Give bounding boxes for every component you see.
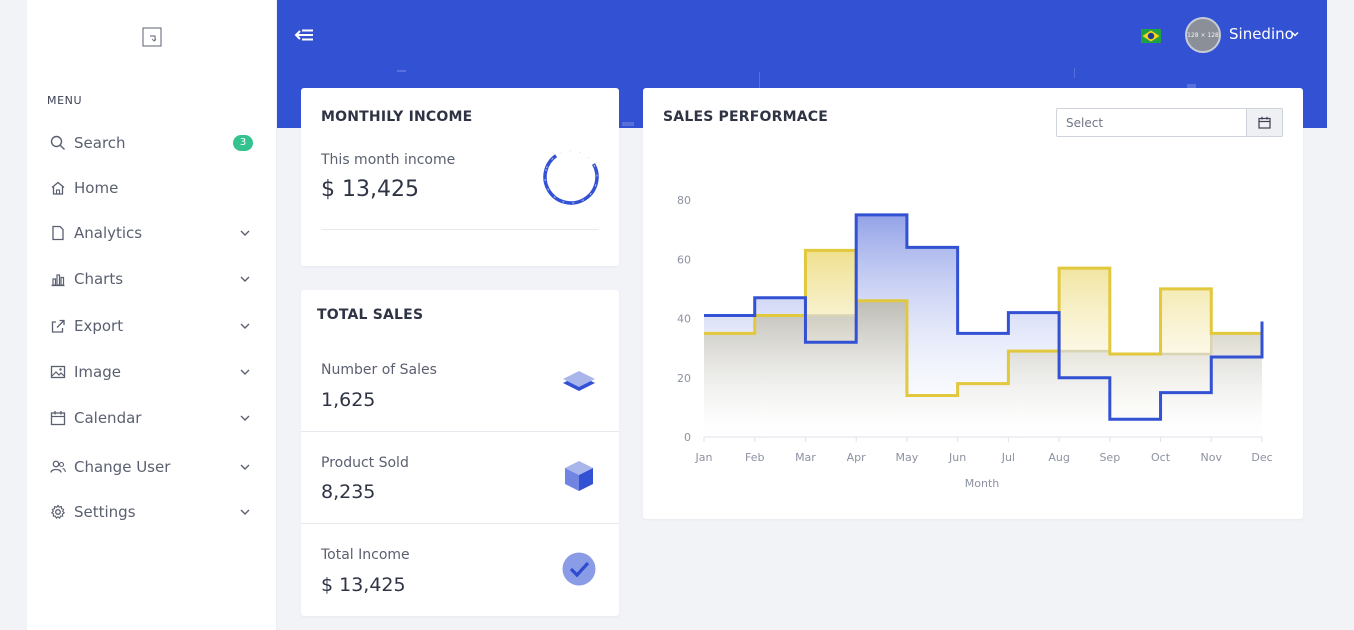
sidebar: MENU Search 3 Home Analytics Charts Expo…	[27, 0, 277, 630]
monthly-income-label: This month income	[321, 152, 456, 168]
card-title: TOTAL SALES	[317, 307, 424, 323]
card-title: MONTHILY INCOME	[321, 109, 473, 125]
sidebar-toggle-icon[interactable]	[294, 25, 314, 45]
avatar[interactable]: 128 × 128	[1185, 17, 1221, 53]
x-tick-label: Apr	[847, 451, 867, 464]
total-sales-card: TOTAL SALES Number of Sales 1,625 Produc…	[301, 290, 619, 616]
x-tick-label: Sep	[1099, 451, 1120, 464]
chevron-down-icon	[240, 415, 250, 421]
brazil-flag-icon[interactable]	[1141, 29, 1161, 43]
header-decoration	[622, 122, 634, 126]
sidebar-item-search[interactable]: Search 3	[27, 126, 277, 160]
x-tick-label: May	[896, 451, 919, 464]
home-icon	[49, 179, 67, 197]
product-sold-label: Product Sold	[321, 455, 409, 471]
sidebar-item-label: Home	[74, 179, 119, 197]
bar-chart-icon	[49, 270, 67, 288]
product-sold-value: 8,235	[321, 481, 376, 503]
divider	[301, 523, 619, 524]
x-tick-label: Mar	[795, 451, 816, 464]
total-income-label: Total Income	[321, 547, 410, 563]
search-count-badge: 3	[233, 135, 253, 151]
y-tick-label: 0	[684, 431, 691, 444]
users-icon	[49, 458, 67, 476]
x-tick-label: Nov	[1201, 451, 1223, 464]
sales-performance-card: SALES PERFORMACE Select Jan Feb Mar Apr …	[643, 88, 1303, 519]
sidebar-item-calendar[interactable]: Calendar	[27, 401, 277, 435]
user-name[interactable]: Sinedino	[1229, 25, 1294, 43]
calendar-icon	[49, 409, 67, 427]
sidebar-item-label: Analytics	[74, 224, 143, 242]
progress-ring-icon	[543, 149, 599, 205]
avatar-placeholder-text: 128 × 128	[1187, 31, 1219, 39]
sidebar-item-label: Charts	[74, 270, 124, 288]
chevron-down-icon	[240, 509, 250, 515]
image-icon	[49, 363, 67, 381]
divider	[301, 431, 619, 432]
y-tick-label: 20	[677, 372, 691, 385]
x-tick-label: Jul	[1001, 451, 1015, 464]
header-decoration	[1074, 68, 1075, 78]
logo-icon	[142, 27, 162, 47]
sidebar-item-change-user[interactable]: Change User	[27, 450, 277, 484]
chevron-down-icon[interactable]	[1290, 29, 1300, 39]
sidebar-item-label: Search	[74, 134, 126, 152]
divider	[321, 229, 599, 230]
x-axis-title: Month	[965, 477, 1000, 490]
sales-performance-chart: Jan Feb Mar Apr May Jun Jul Aug Sep Oct Nov Dec 0 20 4…	[677, 194, 1273, 490]
chevron-down-icon	[240, 464, 250, 470]
total-income-value: $ 13,425	[321, 574, 406, 596]
number-of-sales-label: Number of Sales	[321, 362, 437, 378]
sidebar-item-home[interactable]: Home	[27, 171, 277, 205]
y-tick-label: 80	[677, 194, 691, 207]
document-icon	[49, 224, 67, 242]
cube-icon	[565, 461, 593, 491]
chevron-down-icon	[240, 276, 250, 282]
y-tick-label: 60	[677, 253, 691, 266]
chevron-down-icon	[240, 323, 250, 329]
sidebar-item-label: Calendar	[74, 409, 142, 427]
sidebar-item-analytics[interactable]: Analytics	[27, 216, 277, 250]
number-of-sales-value: 1,625	[321, 389, 376, 411]
x-tick-label: Feb	[745, 451, 764, 464]
search-icon	[49, 134, 67, 152]
sidebar-item-settings[interactable]: Settings	[27, 495, 277, 529]
y-tick-label: 40	[677, 313, 691, 326]
header-decoration	[397, 70, 406, 72]
sidebar-item-label: Image	[74, 363, 121, 381]
sidebar-item-export[interactable]: Export	[27, 309, 277, 343]
sidebar-item-label: Change User	[74, 458, 171, 476]
sidebar-item-label: Settings	[74, 503, 136, 521]
monthly-income-card: MONTHILY INCOME This month income $ 13,4…	[301, 88, 619, 266]
layers-icon	[563, 371, 595, 391]
chevron-down-icon	[240, 230, 250, 236]
sidebar-item-charts[interactable]: Charts	[27, 262, 277, 296]
sidebar-item-label: Export	[74, 317, 124, 335]
menu-heading: MENU	[47, 94, 83, 107]
share-icon	[49, 317, 67, 335]
chevron-down-icon	[240, 369, 250, 375]
gear-icon	[49, 503, 67, 521]
x-tick-label: Jun	[948, 451, 966, 464]
x-tick-label: Aug	[1048, 451, 1069, 464]
monthly-income-value: $ 13,425	[321, 177, 419, 202]
check-circle-icon	[562, 552, 596, 586]
x-tick-label: Oct	[1151, 451, 1171, 464]
x-tick-label: Dec	[1251, 451, 1272, 464]
sidebar-item-image[interactable]: Image	[27, 355, 277, 389]
x-tick-label: Jan	[695, 451, 713, 464]
